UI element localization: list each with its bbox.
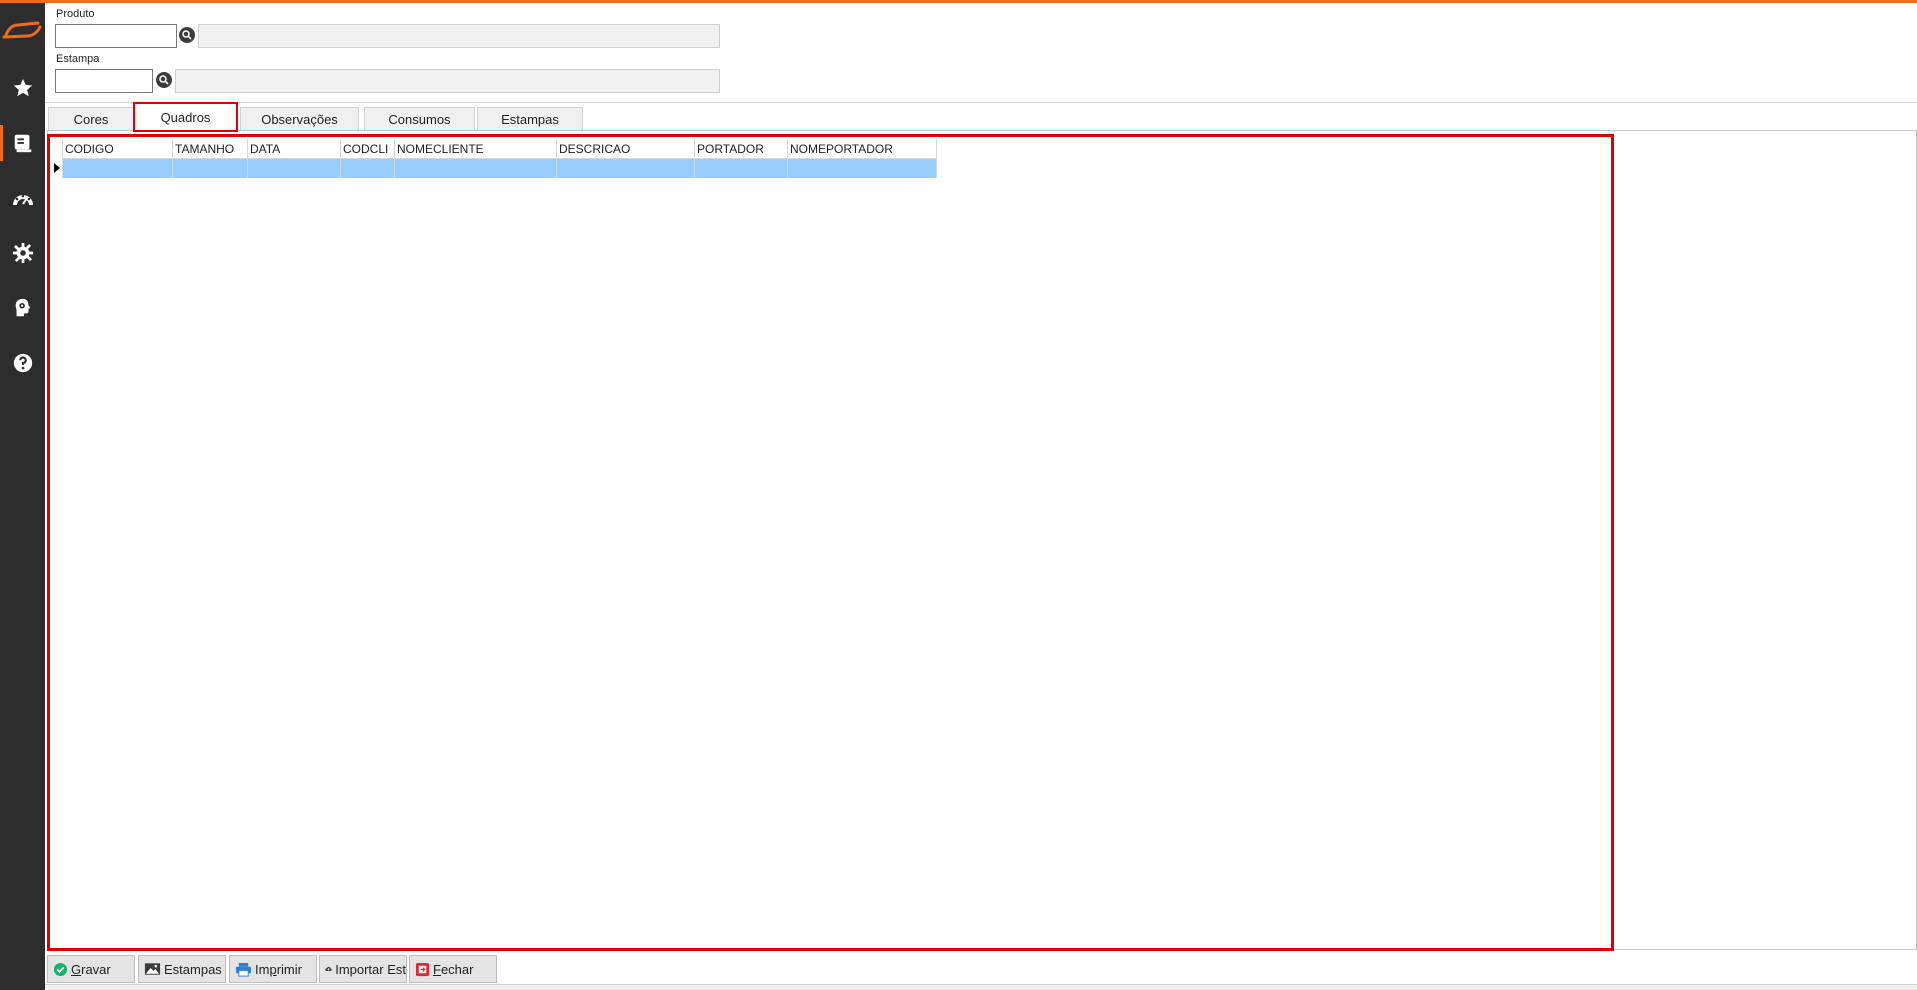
produto-description-field bbox=[198, 24, 720, 48]
gravar-accel: G bbox=[71, 961, 82, 977]
imprimir-prefix: Im bbox=[255, 961, 270, 977]
tab-quadros[interactable]: Quadros bbox=[133, 102, 238, 132]
check-icon bbox=[53, 962, 68, 976]
grid-column-header[interactable]: CODIGO bbox=[63, 139, 173, 159]
current-row-indicator-icon bbox=[54, 163, 60, 173]
produto-input[interactable] bbox=[55, 24, 177, 48]
importar-button-label: Importar Est bbox=[335, 961, 406, 977]
grid-cell[interactable] bbox=[788, 159, 937, 178]
top-accent-line bbox=[0, 0, 1917, 3]
grid-cell[interactable] bbox=[557, 159, 695, 178]
quadros-grid[interactable]: CODIGO TAMANHO DATA CODCLI NOMECLIENTE D… bbox=[47, 134, 1614, 951]
estampa-label: Estampa bbox=[56, 53, 100, 65]
estampa-input[interactable] bbox=[55, 69, 153, 93]
logo-icon[interactable] bbox=[0, 13, 45, 43]
estampas-button[interactable]: Estampas bbox=[138, 955, 226, 983]
favorites-star-icon[interactable] bbox=[0, 66, 45, 110]
grid-column-header[interactable]: NOMECLIENTE bbox=[395, 139, 557, 159]
grid-cell[interactable] bbox=[341, 159, 395, 178]
estampa-search-icon[interactable] bbox=[156, 72, 172, 88]
grid-cell[interactable] bbox=[395, 159, 557, 178]
grid-column-header[interactable]: NOMEPORTADOR bbox=[788, 139, 937, 159]
sidebar bbox=[0, 3, 45, 990]
fechar-button[interactable]: Fechar bbox=[409, 955, 497, 983]
grid-column-header[interactable]: DATA bbox=[248, 139, 341, 159]
imprimir-accel: p bbox=[269, 961, 277, 977]
fechar-rest: echar bbox=[440, 961, 474, 977]
tab-cores[interactable]: Cores bbox=[48, 107, 134, 130]
grid-column-header[interactable]: PORTADOR bbox=[695, 139, 788, 159]
tab-consumos[interactable]: Consumos bbox=[364, 107, 475, 130]
header-separator bbox=[45, 102, 1917, 103]
head-gear-icon[interactable] bbox=[0, 286, 45, 330]
register-icon[interactable] bbox=[0, 121, 45, 165]
cloud-upload-icon bbox=[325, 966, 332, 972]
grid-header: CODIGO TAMANHO DATA CODCLI NOMECLIENTE D… bbox=[63, 139, 937, 159]
importar-button[interactable]: Importar Est bbox=[319, 955, 407, 983]
fechar-accel: F bbox=[433, 961, 441, 977]
grid-cell[interactable] bbox=[63, 159, 173, 178]
exit-icon bbox=[415, 962, 430, 976]
gravar-rest: ravar bbox=[81, 961, 111, 977]
produto-search-icon[interactable] bbox=[179, 27, 195, 43]
grid-column-header[interactable]: TAMANHO bbox=[173, 139, 248, 159]
gear-icon[interactable] bbox=[0, 231, 45, 275]
image-icon bbox=[144, 963, 161, 975]
tab-observacoes[interactable]: Observações bbox=[240, 107, 359, 130]
produto-label: Produto bbox=[56, 8, 95, 20]
printer-icon bbox=[236, 962, 251, 977]
gravar-button[interactable]: Gravar bbox=[47, 955, 135, 983]
table-row[interactable] bbox=[63, 159, 937, 178]
estampa-description-field bbox=[175, 69, 720, 93]
grid-column-header[interactable]: CODCLI bbox=[341, 139, 395, 159]
grid-cell[interactable] bbox=[173, 159, 248, 178]
grid-cell[interactable] bbox=[248, 159, 341, 178]
tab-estampas[interactable]: Estampas bbox=[477, 107, 583, 130]
grid-cell[interactable] bbox=[695, 159, 788, 178]
help-icon[interactable] bbox=[0, 341, 45, 385]
grid-column-header[interactable]: DESCRICAO bbox=[557, 139, 695, 159]
estampas-button-label: Estampas bbox=[164, 961, 222, 977]
imprimir-button[interactable]: Imprimir bbox=[229, 955, 317, 983]
dashboard-icon[interactable] bbox=[0, 176, 45, 220]
status-strip bbox=[45, 984, 1917, 990]
imprimir-rest: rimir bbox=[276, 961, 302, 977]
